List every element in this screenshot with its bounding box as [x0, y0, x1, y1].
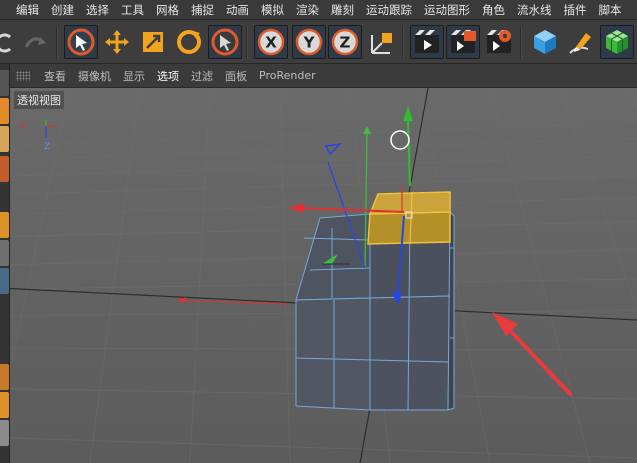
left-tool-palette — [0, 64, 10, 463]
view-orientation-gizmo: X Z — [20, 120, 56, 152]
svg-text:X: X — [20, 122, 26, 132]
palette-button[interactable] — [0, 268, 9, 294]
svg-text:X: X — [265, 34, 277, 52]
y-axis-lock-button[interactable]: Y — [292, 25, 326, 59]
menu-item[interactable]: 创建 — [45, 0, 80, 20]
cube-icon — [534, 30, 556, 54]
menu-item[interactable]: 捕捉 — [185, 0, 220, 20]
move-icon — [105, 30, 129, 54]
redo-button[interactable] — [18, 25, 52, 59]
menu-item[interactable]: 渲染 — [290, 0, 325, 20]
cube-object-button[interactable] — [528, 25, 562, 59]
render-view-icon — [415, 30, 439, 53]
palette-button[interactable] — [0, 212, 9, 238]
palette-button[interactable] — [0, 240, 9, 266]
menu-item[interactable]: 运动图形 — [418, 0, 476, 20]
viewport-menu-item[interactable]: 显示 — [117, 68, 151, 84]
svg-text:Z: Z — [44, 142, 50, 152]
menu-item[interactable]: 选择 — [80, 0, 115, 20]
viewport-name-label[interactable]: 透视视图 — [14, 91, 64, 109]
render-picture-viewer-icon — [451, 30, 476, 53]
menu-item[interactable]: 动画 — [220, 0, 255, 20]
gizmo-y-axis[interactable] — [407, 117, 411, 187]
menu-item[interactable]: 模拟 — [255, 0, 290, 20]
select-cursor-icon — [67, 28, 95, 56]
y-axis-lock-icon: Y — [295, 28, 323, 56]
live-select-button[interactable] — [208, 25, 242, 59]
palette-button[interactable] — [0, 364, 9, 390]
viewport-menu-item[interactable]: 选项 — [151, 68, 185, 84]
coordinate-system-button[interactable] — [364, 25, 398, 59]
viewport-menu-item[interactable]: 查看 — [38, 68, 72, 84]
subdivision-icon — [606, 30, 628, 54]
scale-icon — [143, 32, 163, 52]
render-view-button[interactable] — [410, 25, 444, 59]
render-settings-icon — [487, 30, 511, 53]
undo-button[interactable] — [0, 25, 20, 59]
viewport-grip-handle[interactable] — [16, 70, 30, 81]
render-settings-button[interactable] — [482, 25, 516, 59]
viewport-menu-item[interactable]: 面板 — [219, 68, 253, 84]
live-select-icon — [211, 28, 239, 56]
render-picture-viewer-button[interactable] — [446, 25, 480, 59]
palette-button[interactable] — [0, 98, 9, 124]
palette-button[interactable] — [0, 392, 9, 418]
pen-tool-button[interactable] — [564, 25, 598, 59]
gizmo-y-arrow[interactable] — [403, 106, 413, 121]
svg-text:Z: Z — [340, 34, 351, 52]
undo-icon — [0, 33, 11, 53]
palette-button[interactable] — [0, 70, 9, 96]
x-axis-lock-icon: X — [257, 28, 285, 56]
rotate-tool-button[interactable] — [172, 25, 206, 59]
coordinate-system-icon — [371, 33, 392, 54]
select-tool-button[interactable] — [64, 25, 98, 59]
menu-item[interactable]: 流水线 — [511, 0, 558, 20]
menu-item[interactable]: 雕刻 — [325, 0, 360, 20]
palette-button[interactable] — [0, 156, 9, 182]
main-toolbar: X Y Z — [0, 20, 637, 64]
svg-text:Y: Y — [303, 34, 316, 52]
scale-tool-button[interactable] — [136, 25, 170, 59]
subdivision-surface-button[interactable] — [600, 25, 634, 59]
viewport-scene — [10, 88, 637, 463]
menu-item[interactable]: 编辑 — [0, 0, 45, 20]
viewport-menu-item[interactable]: ProRender — [253, 69, 322, 82]
perspective-viewport[interactable]: 透视视图 X Z — [10, 88, 637, 463]
pen-icon — [569, 33, 591, 54]
viewport-menu-item[interactable]: 摄像机 — [72, 68, 117, 84]
move-tool-button[interactable] — [100, 25, 134, 59]
menu-item[interactable]: 角色 — [476, 0, 511, 20]
palette-button[interactable] — [0, 420, 9, 446]
menu-item[interactable]: 工具 — [115, 0, 150, 20]
menu-item[interactable]: 运动跟踪 — [360, 0, 418, 20]
annotation-arrow — [492, 312, 572, 396]
menu-item[interactable]: 网格 — [150, 0, 185, 20]
redo-icon — [24, 37, 46, 48]
main-menu-bar: 编辑 创建 选择 工具 网格 捕捉 动画 模拟 渲染 雕刻 运动跟踪 运动图形 角色 流水线 插件 脚本 — [0, 0, 637, 20]
viewport-menu-bar: 查看 摄像机 显示 选项 过滤 面板 ProRender — [10, 64, 637, 88]
rotate-icon — [177, 30, 201, 54]
gizmo-x-arrow[interactable] — [288, 203, 304, 213]
z-axis-lock-button[interactable]: Z — [328, 25, 362, 59]
menu-item[interactable]: 插件 — [558, 0, 593, 20]
z-axis-lock-icon: Z — [331, 28, 359, 56]
viewport-menu-item[interactable]: 过滤 — [185, 68, 219, 84]
palette-button[interactable] — [0, 126, 9, 152]
x-axis-lock-button[interactable]: X — [254, 25, 288, 59]
menu-item[interactable]: 脚本 — [593, 0, 628, 20]
